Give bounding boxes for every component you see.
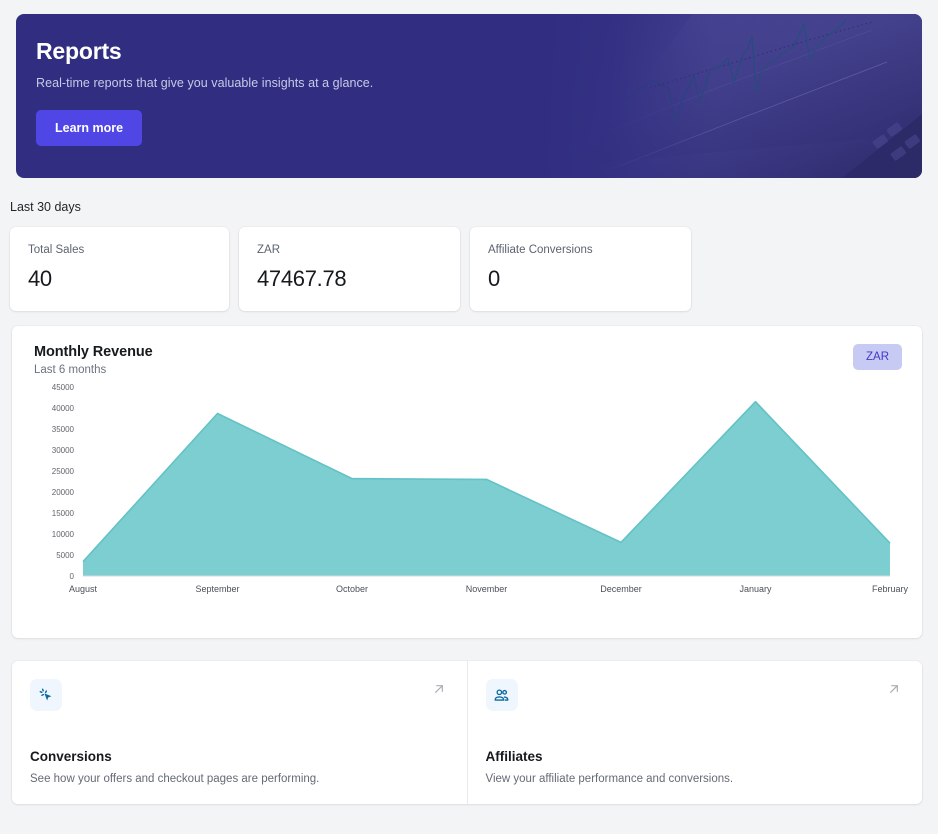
svg-text:20000: 20000 xyxy=(52,488,75,497)
hero-subtitle: Real-time reports that give you valuable… xyxy=(36,75,374,90)
link-card-affiliates[interactable]: Affiliates View your affiliate performan… xyxy=(466,661,923,804)
svg-text:15000: 15000 xyxy=(52,509,75,518)
page-title: Reports xyxy=(36,38,122,64)
link-card-title: Affiliates xyxy=(485,749,543,764)
svg-text:February: February xyxy=(872,584,909,594)
hero-content: Reports Real-time reports that give you … xyxy=(16,14,922,146)
svg-text:0: 0 xyxy=(70,572,75,581)
stat-value: 40 xyxy=(28,265,52,291)
cursor-click-icon xyxy=(30,679,62,711)
monthly-revenue-card: Monthly Revenue Last 6 months ZAR 0 5000 1… xyxy=(12,326,922,638)
svg-text:35000: 35000 xyxy=(52,425,75,434)
stat-card-total-sales: Total Sales 40 xyxy=(10,227,229,311)
hero-banner: Reports Real-time reports that give you … xyxy=(16,14,922,178)
chart-header: Monthly Revenue Last 6 months ZAR xyxy=(12,344,922,376)
stat-label: Total Sales xyxy=(28,244,85,256)
stat-value: 47467.78 xyxy=(257,265,347,291)
currency-toggle-button[interactable]: ZAR xyxy=(853,344,902,370)
link-card-description: View your affiliate performance and conv… xyxy=(485,773,734,785)
svg-text:August: August xyxy=(69,584,98,594)
chart-heading-group: Monthly Revenue Last 6 months xyxy=(34,344,153,376)
svg-text:November: November xyxy=(466,584,508,594)
reports-page: Reports Real-time reports that give you … xyxy=(0,14,938,834)
svg-text:25000: 25000 xyxy=(52,467,75,476)
svg-text:30000: 30000 xyxy=(52,446,75,455)
stat-card-group: Total Sales 40 ZAR 47467.78 Affiliate Co… xyxy=(10,227,938,311)
learn-more-button[interactable]: Learn more xyxy=(36,109,143,146)
chart-title: Monthly Revenue xyxy=(34,344,153,360)
svg-text:10000: 10000 xyxy=(52,530,75,539)
date-range-label: Last 30 days xyxy=(10,200,81,214)
users-icon xyxy=(485,679,518,711)
svg-text:40000: 40000 xyxy=(52,404,75,413)
stat-card-affiliate-conversions: Affiliate Conversions 0 xyxy=(470,227,691,311)
revenue-area-chart: 0 5000 10000 15000 20000 25000 30000 35000 40000… xyxy=(12,378,922,628)
svg-text:December: December xyxy=(600,584,642,594)
link-card-title: Conversions xyxy=(30,749,112,764)
svg-text:October: October xyxy=(336,584,368,594)
svg-text:January: January xyxy=(739,584,772,594)
svg-text:45000: 45000 xyxy=(52,383,75,392)
stat-value: 0 xyxy=(488,265,500,291)
svg-text:5000: 5000 xyxy=(56,551,74,560)
chart-subtitle: Last 6 months xyxy=(34,364,107,376)
quick-link-card-group: Conversions See how your offers and chec… xyxy=(12,661,922,804)
stat-label: ZAR xyxy=(257,244,280,256)
arrow-up-right-icon xyxy=(431,681,447,697)
link-card-description: See how your offers and checkout pages a… xyxy=(30,773,320,785)
stat-card-zar: ZAR 47467.78 xyxy=(239,227,460,311)
link-card-conversions[interactable]: Conversions See how your offers and chec… xyxy=(12,661,467,804)
stat-label: Affiliate Conversions xyxy=(488,244,593,256)
svg-text:September: September xyxy=(195,584,239,594)
arrow-up-right-icon xyxy=(886,681,902,697)
